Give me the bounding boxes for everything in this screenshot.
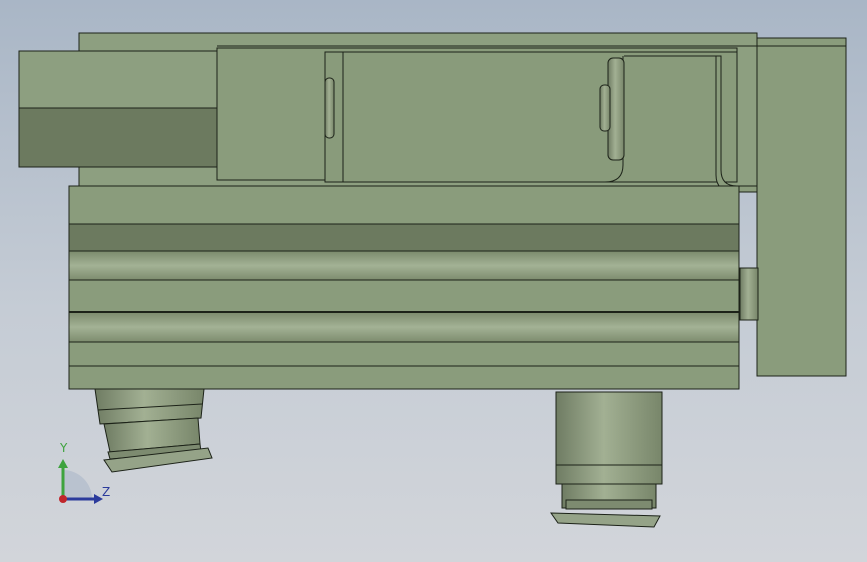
axis-y-label: Y xyxy=(60,441,68,455)
graphics-viewport[interactable]: Y Z xyxy=(0,0,867,562)
triad-origin xyxy=(59,495,67,503)
axis-z-label: Z xyxy=(102,485,111,499)
triad-quadrant-icon xyxy=(63,470,92,499)
